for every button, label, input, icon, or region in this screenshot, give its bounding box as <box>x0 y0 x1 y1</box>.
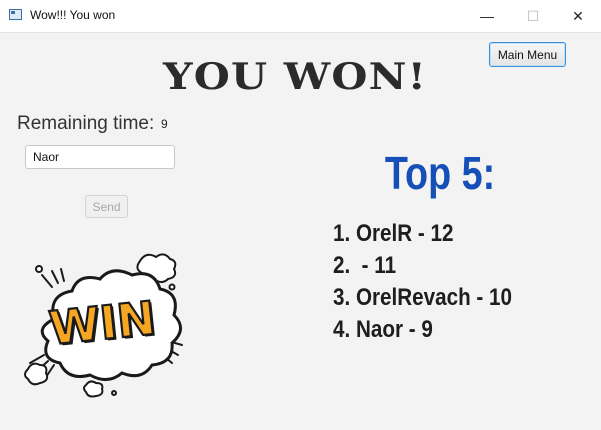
maximize-icon: ☐ <box>526 7 540 24</box>
leaderboard-entry: 4. Naor - 9 <box>333 316 433 343</box>
minimize-icon: — <box>480 8 494 24</box>
leaderboard-entry: 1. OrelR - 12 <box>333 220 454 247</box>
window-title: Wow!!! You won <box>30 8 116 22</box>
main-menu-button[interactable]: Main Menu <box>489 42 566 67</box>
title-bar: Wow!!! You won — ☐ ✕ <box>0 0 601 33</box>
remaining-time-label: Remaining time: <box>17 113 155 134</box>
name-input[interactable] <box>25 145 175 169</box>
win-sticker-image: WIN WIN <box>24 253 183 398</box>
you-won-heading: YOU WON! <box>163 56 427 98</box>
leaderboard-entry: 3. OrelRevach - 10 <box>333 284 512 311</box>
win-text-main: WIN <box>47 291 158 356</box>
close-button[interactable]: ✕ <box>555 0 601 32</box>
close-icon: ✕ <box>572 7 584 24</box>
maximize-button[interactable]: ☐ <box>510 0 556 32</box>
send-button[interactable]: Send <box>85 195 128 218</box>
window-app-icon <box>9 9 22 20</box>
leaderboard-entry: 2. - 11 <box>333 252 397 279</box>
leaderboard-list: 1. OrelR - 12 2. - 11 3. OrelRevach - 10… <box>333 218 541 346</box>
win-text: WIN WIN <box>46 290 161 358</box>
remaining-time-value: 9 <box>161 117 168 131</box>
top5-title: Top 5: <box>384 147 496 199</box>
minimize-button[interactable]: — <box>464 0 510 32</box>
